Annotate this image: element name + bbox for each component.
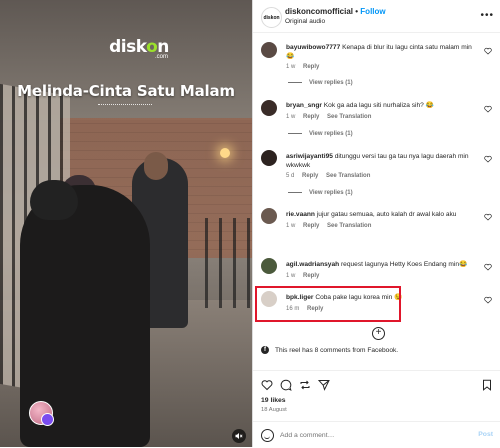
likes-count[interactable]: 19 likes [261,397,286,404]
post-header: diskon diskoncomofficial • Follow Origin… [253,0,500,33]
like-comment-button[interactable] [484,105,492,113]
comment-composer: Post [253,421,500,448]
comment-body: bryan_sngr Kok ga ada lagu siti nurhaliz… [286,101,481,110]
like-comment-button[interactable] [484,47,492,55]
view-replies-button[interactable]: View replies (1) [286,131,353,137]
heart-icon [484,263,492,271]
more-options-icon[interactable]: ••• [480,10,494,21]
comment-bubble-icon [280,379,292,391]
highlight-box [255,286,401,322]
comment-username[interactable]: rie.vaann [286,211,315,218]
emoji-icon[interactable] [261,429,274,442]
reply-button[interactable]: Reply [303,273,319,279]
reel-video[interactable]: diskon .com Melinda-Cinta Satu Malam [0,0,252,447]
view-replies-button[interactable]: View replies (1) [286,80,353,86]
like-comment-button[interactable] [484,296,492,304]
reel-viewer: diskon .com Melinda-Cinta Satu Malam dis… [0,0,500,447]
comment-meta: 1 w Reply See Translation [286,114,377,120]
audio-badge-icon [41,413,54,426]
comment-body: bayuwibowo7777 Kenapa di blur itu lagu c… [286,43,481,61]
comment-avatar[interactable] [261,150,277,166]
heart-icon [484,155,492,163]
paper-plane-icon [317,380,330,391]
repost-icon [300,380,310,390]
comment-meta: 5 d Reply See Translation [286,173,376,179]
mute-button[interactable] [232,429,246,443]
speaker-muted-icon [235,433,243,439]
comment-avatar[interactable] [261,208,277,224]
see-translation-button[interactable]: See Translation [327,223,371,229]
separator-dot: • [355,7,359,16]
comment-button[interactable] [280,378,292,391]
comment-body: asriwijayanti95 ditunggu versi tau ga ta… [286,152,476,170]
video-brand-logo: diskon .com [109,37,169,60]
reply-button[interactable]: Reply [303,223,319,229]
comment-avatar[interactable] [261,42,277,58]
like-button[interactable] [261,378,273,391]
author-avatar[interactable]: diskon [261,7,282,28]
follow-button[interactable]: Follow [360,7,385,16]
comment-time: 1 w [286,223,296,229]
heart-icon [484,105,492,113]
comment-body: agil.wadriansyah request lagunya Hetty K… [286,260,481,269]
author-line: diskoncomofficial • Follow [285,7,386,16]
video-lamp [220,148,230,158]
action-bar [253,370,500,397]
like-comment-button[interactable] [484,263,492,271]
heart-icon [484,213,492,221]
share-button[interactable] [317,378,330,391]
video-person-head [30,180,78,220]
video-caption: Melinda-Cinta Satu Malam [17,82,235,100]
facebook-note-text: This reel has 8 comments from Facebook. [275,346,399,354]
author-username[interactable]: diskoncomofficial [285,7,353,16]
reply-button[interactable]: Reply [302,173,318,179]
comment-time: 1 w [286,64,296,70]
see-translation-button[interactable]: See Translation [326,173,370,179]
comment-meta: 1 w Reply [286,64,325,70]
add-comment-input[interactable] [280,429,450,441]
video-chairs [205,218,252,308]
reply-button[interactable]: Reply [303,64,319,70]
like-comment-button[interactable] [484,213,492,221]
comment-meta: 1 w Reply [286,273,325,279]
comments-panel: diskon diskoncomofficial • Follow Origin… [252,0,500,447]
comment-text: Kok ga ada lagu siti nurhaliza sih? 😂 [323,102,434,109]
comment-username[interactable]: bayuwibowo7777 [286,44,340,51]
video-person-head [144,152,168,180]
comment-time: 1 w [286,114,296,120]
view-replies-button[interactable]: View replies (1) [286,190,353,196]
load-more-comments-icon[interactable]: + [372,327,385,340]
video-caption-divider [98,104,152,106]
heart-icon [484,47,492,55]
comment-body: rie.vaann jujur gatau semuaa, auto kalah… [286,210,481,219]
heart-icon [484,296,492,304]
like-comment-button[interactable] [484,155,492,163]
comment-avatar[interactable] [261,258,277,274]
heart-icon [261,380,273,391]
comment-time: 5 d [286,173,295,179]
comment-text: jujur gatau semuaa, auto kalah dr awal k… [316,211,457,218]
reply-button[interactable]: Reply [303,114,319,120]
comment-meta: 1 w Reply See Translation [286,223,377,229]
post-button[interactable]: Post [478,431,493,438]
comment-avatar[interactable] [261,100,277,116]
bookmark-icon [483,379,491,391]
save-button[interactable] [481,378,493,391]
facebook-icon: f [261,346,269,354]
comment-username[interactable]: asriwijayanti95 [286,153,333,160]
see-translation-button[interactable]: See Translation [327,114,371,120]
comment-username[interactable]: agil.wadriansyah [286,261,339,268]
facebook-comments-note: f This reel has 8 comments from Facebook. [261,346,493,354]
comment-username[interactable]: bryan_sngr [286,102,322,109]
post-date: 18 August [261,407,287,413]
comment-time: 1 w [286,273,296,279]
audio-link[interactable]: Original audio [285,18,325,25]
repost-button[interactable] [299,378,311,390]
comment-text: request lagunya Hetty Koes Endang min😂 [340,261,468,268]
